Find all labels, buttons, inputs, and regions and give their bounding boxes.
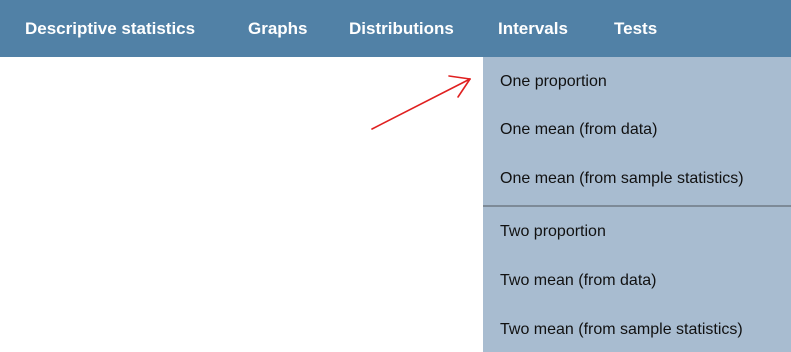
annotation-arrow-icon bbox=[371, 75, 471, 130]
